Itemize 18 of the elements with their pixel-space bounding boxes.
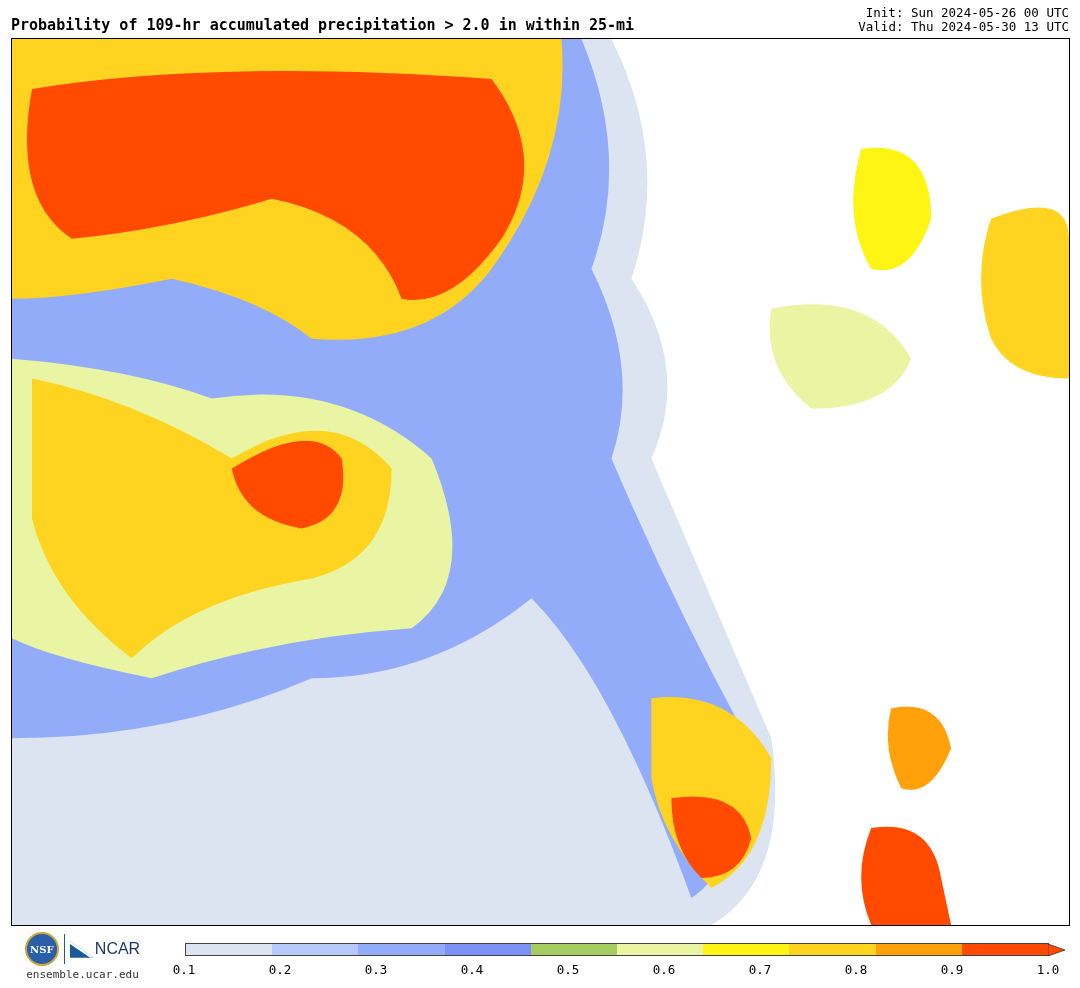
site-url: ensemble.ucar.edu (26, 968, 139, 981)
plot-title: Probability of 109-hr accumulated precipitation > 2.0 in within 25-mi (11, 16, 635, 34)
ncar-mark-icon (69, 940, 94, 958)
scale-tick-label: 0.4 (459, 962, 485, 977)
init-time: Init: Sun 2024-05-26 00 UTC (865, 6, 1069, 20)
scale-tick-label: 0.3 (363, 962, 389, 977)
valid-time: Valid: Thu 2024-05-30 13 UTC (858, 20, 1069, 34)
ncar-logo: NCAR (94, 940, 141, 958)
nsf-logo: NSF (24, 932, 59, 966)
scale-tick-label: 0.2 (267, 962, 293, 977)
scale-tick-label: 0.9 (939, 962, 965, 977)
scale-tick-label: 0.6 (651, 962, 677, 977)
extend-arrow-icon (1048, 943, 1066, 956)
scale-tick-label: 1.0 (1035, 962, 1061, 977)
scale-tick-label: 0.8 (843, 962, 869, 977)
scale-tick-label: 0.7 (747, 962, 773, 977)
scale-tick-label: 0.5 (555, 962, 581, 977)
scale-tick-label: 0.1 (171, 962, 197, 977)
